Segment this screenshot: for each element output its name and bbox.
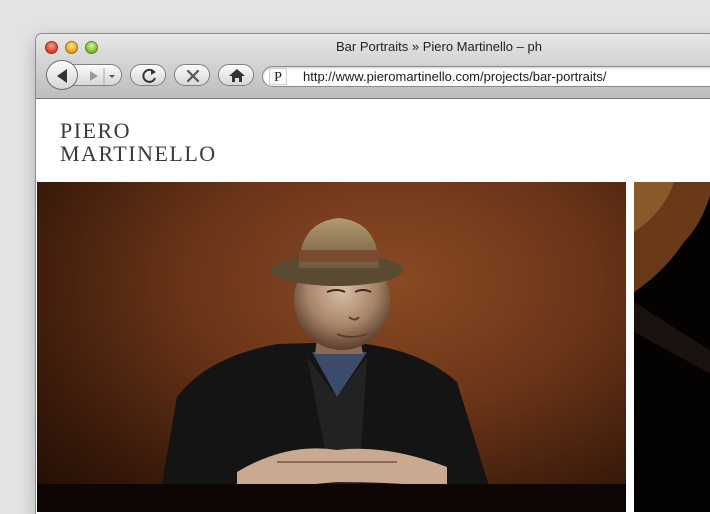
zoom-window-button[interactable] (85, 41, 98, 54)
side-photo-image (634, 182, 710, 374)
back-button[interactable] (46, 60, 78, 90)
portrait-image (37, 218, 626, 512)
main-portrait-photo[interactable] (37, 182, 626, 512)
logo-line-first-name: PIERO (60, 118, 132, 143)
stop-icon (186, 69, 200, 83)
window-title: Bar Portraits » Piero Martinello – ph (336, 39, 542, 54)
logo-line-last-name: MARTINELLO (60, 141, 217, 166)
next-portrait-photo[interactable] (634, 182, 710, 512)
reload-icon (142, 68, 156, 83)
stop-button[interactable] (174, 64, 210, 86)
home-button[interactable] (218, 64, 254, 86)
browser-window: Bar Portraits » Piero Martinello – ph P … (36, 34, 710, 514)
reload-button[interactable] (130, 64, 166, 86)
site-favicon: P (269, 68, 287, 85)
url-text[interactable]: http://www.pieromartinello.com/projects/… (303, 69, 606, 84)
site-logo[interactable]: PIERO MARTINELLO (60, 119, 217, 165)
forward-button[interactable] (72, 64, 122, 86)
browser-chrome: Bar Portraits » Piero Martinello – ph P … (36, 34, 710, 99)
forward-arrow-icon (90, 68, 115, 84)
back-arrow-icon (57, 69, 67, 83)
home-icon (229, 69, 245, 82)
close-window-button[interactable] (45, 41, 58, 54)
minimize-window-button[interactable] (65, 41, 78, 54)
page-content: PIERO MARTINELLO (36, 99, 710, 514)
address-bar[interactable]: P http://www.pieromartinello.com/project… (262, 66, 710, 87)
